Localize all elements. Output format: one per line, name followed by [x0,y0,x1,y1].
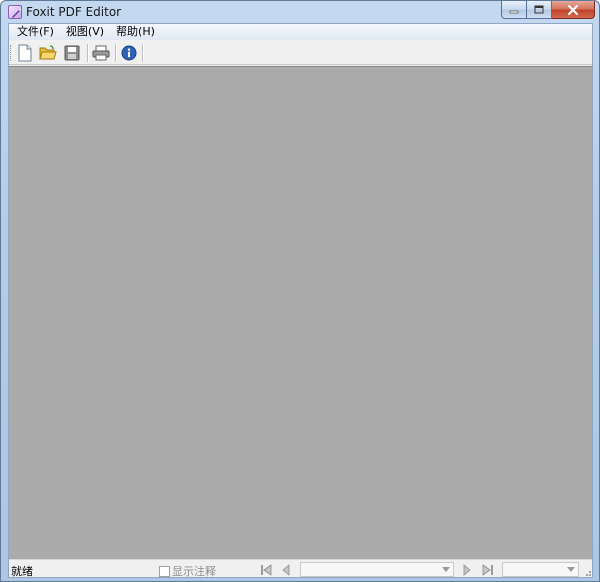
menu-help[interactable]: 帮助(H) [110,24,161,40]
next-page-button[interactable] [458,562,476,577]
open-folder-icon [39,45,57,60]
save-disk-icon [64,45,80,61]
previous-page-icon [282,563,290,576]
last-page-button[interactable] [479,562,497,577]
zoom-combo[interactable] [502,562,579,577]
toolbar-grip[interactable] [10,45,13,61]
close-button[interactable] [552,1,595,19]
document-canvas[interactable] [9,66,592,559]
about-button[interactable] [119,43,139,63]
menu-bar: 文件(F) 视图(V) 帮助(H) [9,24,592,40]
toolbar-separator [142,44,143,62]
chevron-down-icon [441,567,450,572]
show-annotations-label: 显示注释 [172,565,216,578]
save-button[interactable] [62,43,82,63]
print-button[interactable] [91,43,111,63]
title-bar[interactable]: Foxit PDF Editor [1,1,599,23]
maximize-icon [534,5,544,14]
about-info-icon [121,45,137,61]
page-number-combo[interactable] [300,562,454,577]
new-document-icon [18,44,32,62]
toolbar-separator [115,44,116,62]
next-page-icon [463,563,471,576]
resize-grip[interactable] [582,567,592,577]
toolbar [9,41,592,65]
close-icon [567,4,579,15]
last-page-icon [482,563,493,576]
caption-buttons [501,1,595,19]
minimize-icon [509,10,519,13]
previous-page-button[interactable] [277,562,295,577]
first-page-icon [261,563,272,576]
client-area: 文件(F) 视图(V) 帮助(H) 就绪 显示注释 [8,23,593,578]
printer-icon [92,45,110,61]
window-title: Foxit PDF Editor [26,5,122,19]
show-annotations-checkbox[interactable] [159,565,170,577]
resize-grip-icon [586,571,591,576]
maximize-button[interactable] [527,1,552,19]
foxit-app-icon[interactable] [8,5,22,19]
chevron-down-icon [566,567,575,572]
status-text: 就绪 [11,565,33,578]
first-page-button[interactable] [257,562,275,577]
show-annotations-toggle[interactable]: 显示注释 [159,563,216,579]
status-bar: 就绪 显示注释 [9,559,592,579]
page-dropdown-arrow[interactable] [440,564,451,575]
zoom-dropdown-arrow[interactable] [565,564,576,575]
toolbar-separator [87,44,88,62]
minimize-button[interactable] [501,1,527,19]
open-file-button[interactable] [38,43,58,63]
menu-view[interactable]: 视图(V) [60,24,110,40]
menu-file[interactable]: 文件(F) [11,24,60,40]
new-document-button[interactable] [15,43,35,63]
app-window: Foxit PDF Editor 文件(F) 视图(V) 帮助(H) 就绪 显示… [0,0,600,582]
